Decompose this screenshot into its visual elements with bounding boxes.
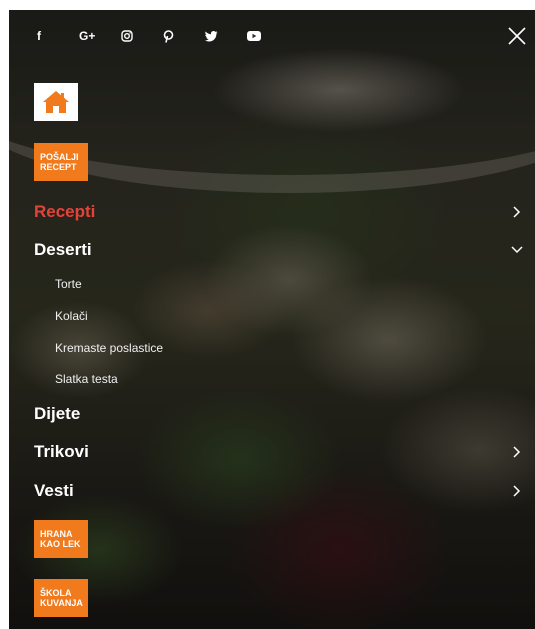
submenu-item-slatka-testa[interactable]: Slatka testa <box>55 372 118 386</box>
chevron-right-icon[interactable] <box>511 485 523 497</box>
send-recipe-label: POŠALJI RECEPT <box>40 152 79 172</box>
facebook-icon[interactable]: f <box>37 27 79 45</box>
menu-item-recepti[interactable]: Recepti <box>34 200 529 224</box>
food-as-medicine-label: HRANA KAO LEK <box>40 529 81 549</box>
send-recipe-button[interactable]: POŠALJI RECEPT <box>34 143 88 181</box>
google-plus-icon[interactable]: G+ <box>79 27 121 45</box>
instagram-icon[interactable] <box>121 27 163 45</box>
youtube-icon[interactable] <box>247 27 289 45</box>
home-icon <box>43 91 69 113</box>
menu-item-dijete-label: Dijete <box>34 404 81 423</box>
twitter-icon[interactable] <box>205 27 247 45</box>
menu-item-deserti[interactable]: Deserti <box>34 238 529 262</box>
menu-item-vesti-label: Vesti <box>34 481 74 500</box>
menu-item-vesti[interactable]: Vesti <box>34 479 529 503</box>
cooking-school-button[interactable]: ŠKOLA KUVANJA <box>34 579 88 617</box>
chevron-right-icon[interactable] <box>511 206 523 218</box>
chevron-down-icon[interactable] <box>511 244 523 256</box>
menu-item-recepti-label: Recepti <box>34 202 96 221</box>
submenu-item-kremaste-poslastice[interactable]: Kremaste poslastice <box>55 341 163 355</box>
social-links: f G+ <box>37 27 289 45</box>
menu-item-trikovi[interactable]: Trikovi <box>34 440 529 464</box>
menu-item-dijete[interactable]: Dijete <box>34 402 529 426</box>
cooking-school-label: ŠKOLA KUVANJA <box>40 588 83 608</box>
home-button[interactable] <box>34 83 78 121</box>
mobile-menu-panel: f G+ POŠALJI RECEPT Recepti Deserti Tort… <box>9 10 535 629</box>
close-icon[interactable] <box>507 26 527 46</box>
menu-item-deserti-label: Deserti <box>34 240 92 259</box>
food-as-medicine-button[interactable]: HRANA KAO LEK <box>34 520 88 558</box>
pinterest-icon[interactable] <box>163 27 205 45</box>
submenu-item-torte[interactable]: Torte <box>55 277 82 291</box>
chevron-right-icon[interactable] <box>511 446 523 458</box>
menu-item-trikovi-label: Trikovi <box>34 442 89 461</box>
submenu-item-kolaci[interactable]: Kolači <box>55 309 88 323</box>
